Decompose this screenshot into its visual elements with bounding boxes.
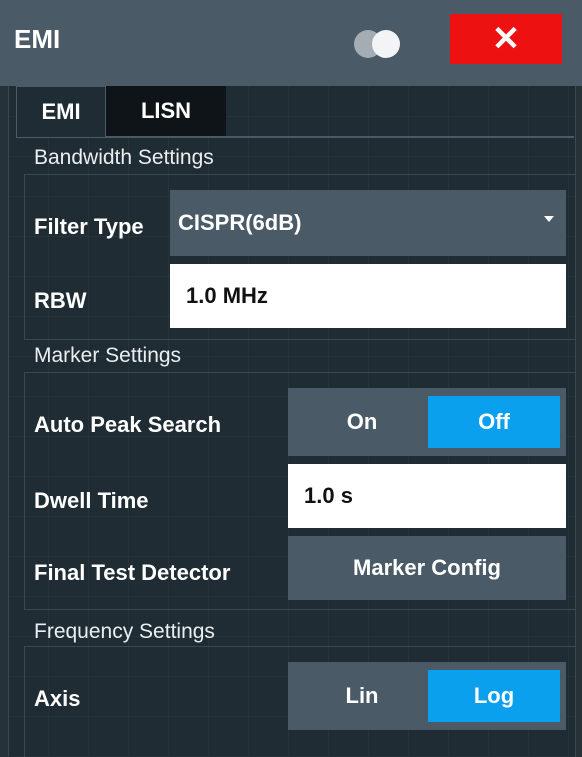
filter-type-value: CISPR(6dB) [178, 210, 302, 235]
frequency-section-title: Frequency Settings [34, 620, 215, 643]
axis-label: Axis [34, 686, 81, 711]
axis-lin-button[interactable]: Lin [296, 670, 428, 722]
auto-peak-label: Auto Peak Search [34, 412, 222, 437]
rbw-label: RBW [34, 288, 87, 313]
marker-config-button[interactable]: Marker Config [288, 536, 566, 600]
tab-bar: EMI LISN [16, 86, 574, 138]
auto-peak-toggle: On Off [288, 388, 566, 456]
toggle-icon[interactable] [354, 30, 410, 58]
dwell-time-label: Dwell Time [34, 488, 149, 513]
axis-toggle: Lin Log [288, 662, 566, 730]
filter-type-label: Filter Type [34, 214, 144, 239]
dwell-time-field[interactable]: 1.0 s [288, 464, 566, 528]
auto-peak-off-button[interactable]: Off [428, 396, 560, 448]
title-bar: EMI ✕ [0, 0, 582, 86]
rbw-value: 1.0 MHz [186, 283, 268, 308]
chevron-down-icon [544, 216, 554, 222]
bandwidth-section-title: Bandwidth Settings [34, 146, 214, 169]
filter-type-dropdown[interactable]: CISPR(6dB) [170, 190, 566, 256]
window-title: EMI [14, 24, 61, 54]
axis-log-button[interactable]: Log [428, 670, 560, 722]
final-test-detector-label: Final Test Detector [34, 560, 231, 585]
tab-emi[interactable]: EMI [16, 86, 106, 137]
auto-peak-on-button[interactable]: On [296, 396, 428, 448]
rbw-field[interactable]: 1.0 MHz [170, 264, 566, 328]
dwell-time-value: 1.0 s [304, 483, 353, 508]
close-button[interactable]: ✕ [450, 14, 562, 64]
marker-section-title: Marker Settings [34, 344, 182, 367]
tab-lisn[interactable]: LISN [106, 86, 226, 136]
